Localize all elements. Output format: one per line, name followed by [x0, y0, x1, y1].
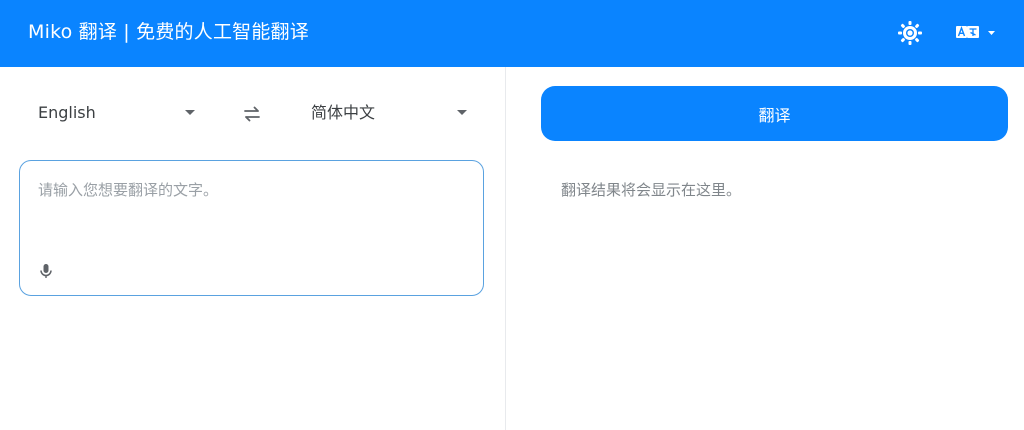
- page-title: Miko 翻译 | 免费的人工智能翻译: [28, 21, 309, 43]
- theme-toggle-button[interactable]: [896, 20, 924, 46]
- source-text-input[interactable]: [38, 179, 458, 239]
- swap-languages-button[interactable]: [240, 103, 264, 125]
- chevron-down-icon: [457, 110, 467, 115]
- translate-icon: [956, 26, 995, 38]
- interface-language-button[interactable]: [955, 23, 999, 43]
- sun-icon: [898, 21, 922, 45]
- target-language-label: 简体中文: [311, 103, 376, 122]
- chevron-down-icon: [988, 31, 995, 35]
- voice-input-button[interactable]: [38, 262, 54, 280]
- source-language-select[interactable]: English: [38, 95, 198, 131]
- microphone-icon: [40, 264, 52, 278]
- target-language-select[interactable]: 简体中文: [311, 95, 471, 131]
- source-language-label: English: [38, 103, 96, 122]
- translate-button[interactable]: 翻译: [541, 86, 1008, 141]
- app-header: Miko 翻译 | 免费的人工智能翻译: [0, 0, 1024, 67]
- translation-result-text: 翻译结果将会显示在这里。: [561, 181, 742, 199]
- source-pane: English 简体中文: [0, 67, 505, 430]
- result-pane: 翻译 翻译结果将会显示在这里。: [506, 67, 1024, 430]
- swap-icon: [244, 106, 260, 122]
- translator-main: English 简体中文 翻译 翻译: [0, 67, 1024, 430]
- chevron-down-icon: [185, 110, 195, 115]
- source-text-box: [19, 160, 484, 296]
